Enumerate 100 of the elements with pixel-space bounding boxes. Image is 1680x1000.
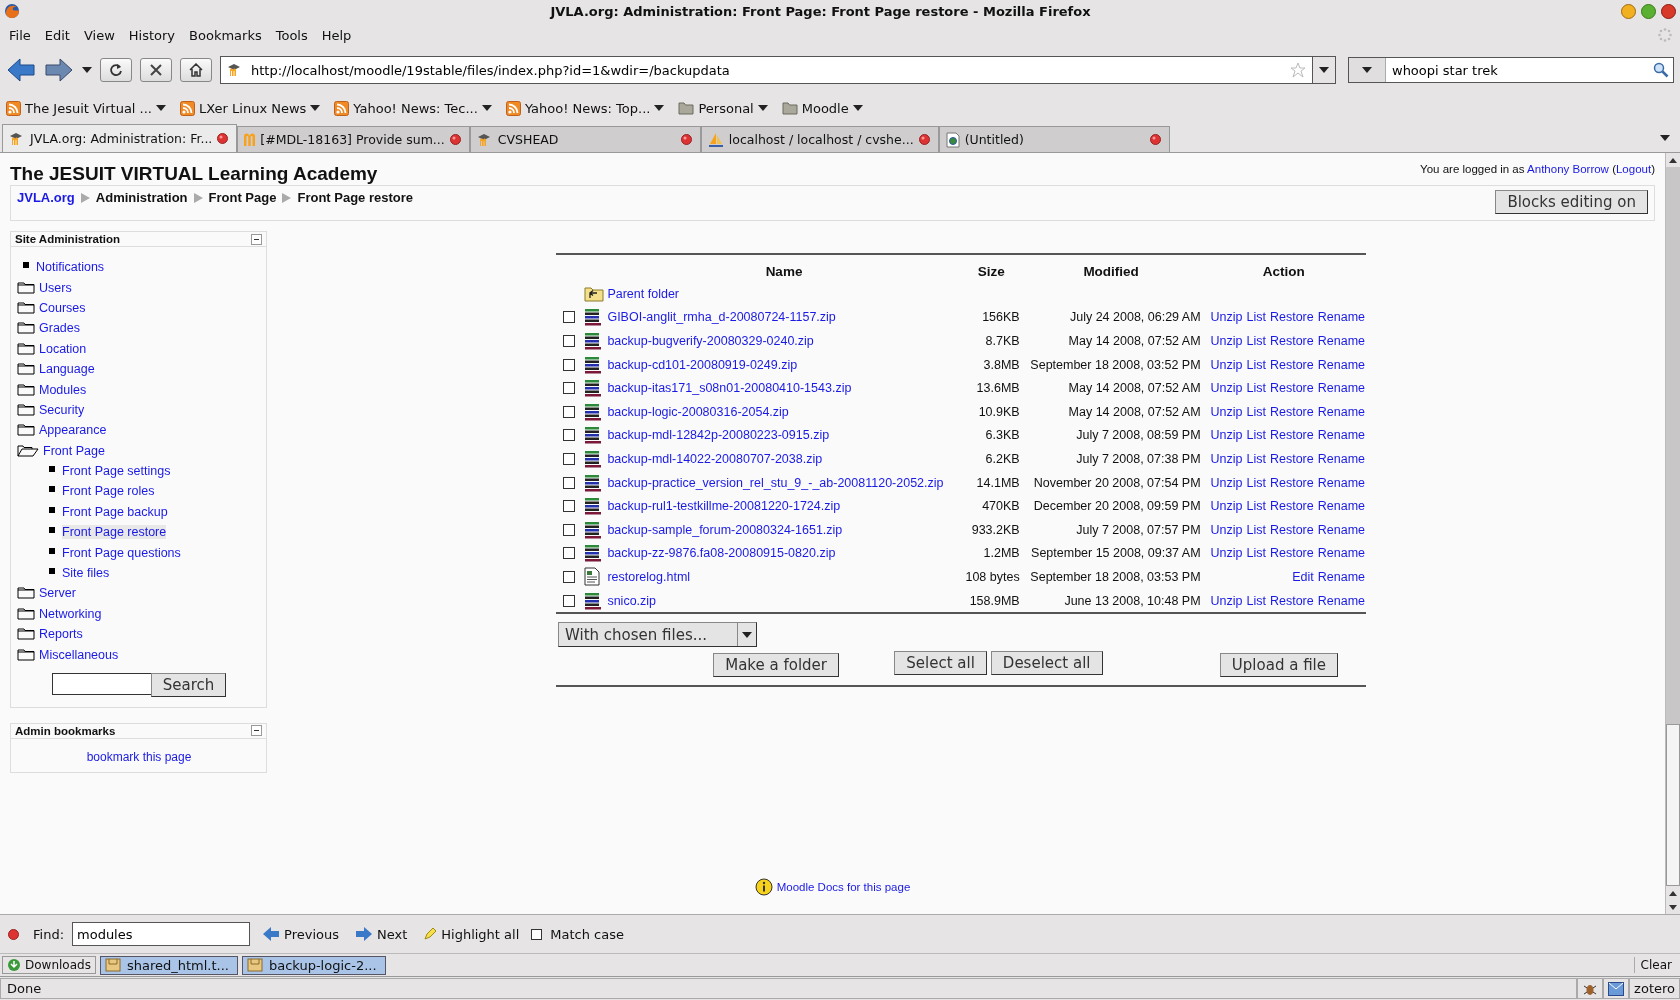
action-link[interactable]: Rename <box>1317 310 1365 325</box>
menu-item[interactable]: History <box>121 25 183 45</box>
scrollbar-thumb[interactable] <box>1666 724 1680 886</box>
action-link[interactable]: List <box>1246 499 1266 514</box>
action-link[interactable]: Restore <box>1269 428 1314 443</box>
close-tab-button[interactable] <box>918 134 930 145</box>
browser-tab[interactable]: localhost / localhost / cvshe... <box>700 126 939 152</box>
action-link[interactable]: List <box>1246 451 1266 466</box>
tree-link[interactable]: Security <box>39 402 85 417</box>
next-button[interactable]: Next <box>350 926 412 942</box>
tree-link[interactable]: Courses <box>39 300 86 315</box>
address-field[interactable]: http://localhost/moodle/19stable/files/index.php?id=1&wdir=/backupdata <box>249 61 1284 79</box>
tree-link[interactable]: Language <box>39 362 95 377</box>
action-link[interactable]: List <box>1246 357 1266 372</box>
download-item[interactable]: backup-logic-2... <box>241 955 386 975</box>
file-link[interactable]: backup-bugverify-20080329-0240.zip <box>607 334 814 348</box>
browser-tab[interactable]: [#MDL-18163] Provide sum... <box>237 126 470 152</box>
action-link[interactable]: List <box>1246 404 1266 419</box>
action-link[interactable]: Edit <box>1292 569 1314 584</box>
action-link[interactable]: Unzip <box>1210 499 1243 514</box>
tree-link[interactable]: Front Page settings <box>62 464 171 479</box>
row-checkbox[interactable] <box>563 405 575 418</box>
row-checkbox[interactable] <box>563 358 575 371</box>
back-button[interactable] <box>6 57 36 83</box>
search-icon[interactable] <box>1653 62 1669 78</box>
tree-link[interactable]: Users <box>39 280 72 295</box>
row-checkbox[interactable] <box>563 594 575 607</box>
address-bar[interactable]: http://localhost/moodle/19stable/files/index.php?id=1&wdir=/backupdata <box>220 56 1336 84</box>
bookmark-item[interactable]: Yahoo! News: Tec... <box>334 100 492 116</box>
bookmark-item[interactable]: LXer Linux News <box>180 100 321 116</box>
scrollbar[interactable] <box>1665 153 1680 914</box>
bookmark-item[interactable]: Moodle <box>781 100 863 116</box>
search-field[interactable]: whoopi star trek <box>1390 61 1649 79</box>
action-link[interactable]: Rename <box>1317 428 1365 443</box>
action-link[interactable]: Unzip <box>1210 381 1243 396</box>
menu-item[interactable]: File <box>2 25 38 45</box>
tree-link[interactable]: Front Page roles <box>62 484 155 499</box>
action-link[interactable]: Restore <box>1269 310 1314 325</box>
mail-icon[interactable] <box>1608 981 1625 996</box>
action-link[interactable]: Unzip <box>1210 475 1243 490</box>
action-link[interactable]: Restore <box>1269 522 1314 537</box>
action-link[interactable]: Unzip <box>1210 334 1243 348</box>
action-link[interactable]: List <box>1246 475 1266 490</box>
menu-item[interactable]: Bookmarks <box>182 25 269 45</box>
action-link[interactable]: Rename <box>1317 522 1365 537</box>
minimize-button[interactable] <box>1621 3 1636 19</box>
file-link[interactable]: GIBOI-anglit_rmha_d-20080724-1157.zip <box>607 310 836 325</box>
action-link[interactable]: Rename <box>1317 475 1365 490</box>
tree-link[interactable]: Grades <box>39 321 80 336</box>
file-link[interactable]: backup-mdl-12842p-20080223-0915.zip <box>607 428 830 443</box>
bookmark-item[interactable]: Yahoo! News: Top... <box>505 100 665 116</box>
user-link[interactable]: Anthony Borrow <box>1527 163 1609 175</box>
docs-link[interactable]: Moodle Docs for this page <box>776 881 911 893</box>
star-icon[interactable] <box>1290 62 1306 78</box>
file-link[interactable]: snico.zip <box>607 593 657 608</box>
file-link[interactable]: backup-logic-20080316-2054.zip <box>607 404 789 419</box>
menu-item[interactable]: Tools <box>268 25 315 45</box>
action-link[interactable]: Restore <box>1269 546 1314 561</box>
select-all-button[interactable]: Select all <box>894 651 987 676</box>
close-findbar-button[interactable] <box>8 928 19 940</box>
action-link[interactable]: Restore <box>1269 593 1314 608</box>
action-link[interactable]: Unzip <box>1210 522 1243 537</box>
close-tab-button[interactable] <box>217 133 229 144</box>
tree-link[interactable]: Front Page questions <box>62 545 181 560</box>
action-link[interactable]: Rename <box>1317 404 1365 419</box>
tree-link[interactable]: Modules <box>39 382 87 397</box>
row-checkbox[interactable] <box>563 382 575 395</box>
action-link[interactable]: Unzip <box>1210 357 1243 372</box>
row-checkbox[interactable] <box>563 452 575 465</box>
reload-button[interactable] <box>100 58 132 82</box>
parent-folder-link[interactable]: Parent folder <box>607 286 679 301</box>
file-link[interactable]: restorelog.html <box>607 569 691 584</box>
row-checkbox[interactable] <box>563 311 575 324</box>
file-link[interactable]: backup-itas171_s08n01-20080410-1543.zip <box>607 381 852 396</box>
forward-button[interactable] <box>44 57 74 83</box>
bookmark-item[interactable]: Personal <box>678 100 768 116</box>
tree-link[interactable]: Reports <box>39 627 83 642</box>
tree-link[interactable]: Appearance <box>39 423 107 438</box>
scroll-up-icon[interactable] <box>1669 157 1677 163</box>
action-link[interactable]: Restore <box>1269 381 1314 396</box>
bookmark-item[interactable]: The Jesuit Virtual ... <box>6 100 166 116</box>
menu-item[interactable]: Edit <box>37 25 77 45</box>
collapse-icon[interactable] <box>251 233 262 245</box>
browser-tab[interactable]: (Untitled) <box>938 126 1170 152</box>
action-link[interactable]: Rename <box>1317 593 1365 608</box>
collapse-icon[interactable] <box>251 725 262 737</box>
file-link[interactable]: backup-practice_version_rel_stu_9_-_ab-20081120-2052.zip <box>607 475 944 490</box>
tree-link[interactable]: Networking <box>39 606 102 621</box>
upload-button[interactable]: Upload a file <box>1219 653 1338 678</box>
tree-link[interactable]: Site files <box>62 566 110 581</box>
clear-button[interactable]: Clear <box>1633 957 1678 973</box>
download-item[interactable]: shared_html.t... <box>99 955 238 975</box>
zotero-button[interactable]: zotero <box>1629 978 1680 999</box>
row-checkbox[interactable] <box>563 570 575 583</box>
tree-link[interactable]: Server <box>39 586 76 601</box>
action-link[interactable]: Unzip <box>1210 404 1243 419</box>
stop-button[interactable] <box>140 58 172 82</box>
file-link[interactable]: backup-mdl-14022-20080707-2038.zip <box>607 451 823 466</box>
file-link[interactable]: backup-sample_forum-20080324-1651.zip <box>607 522 843 537</box>
action-link[interactable]: Restore <box>1269 451 1314 466</box>
